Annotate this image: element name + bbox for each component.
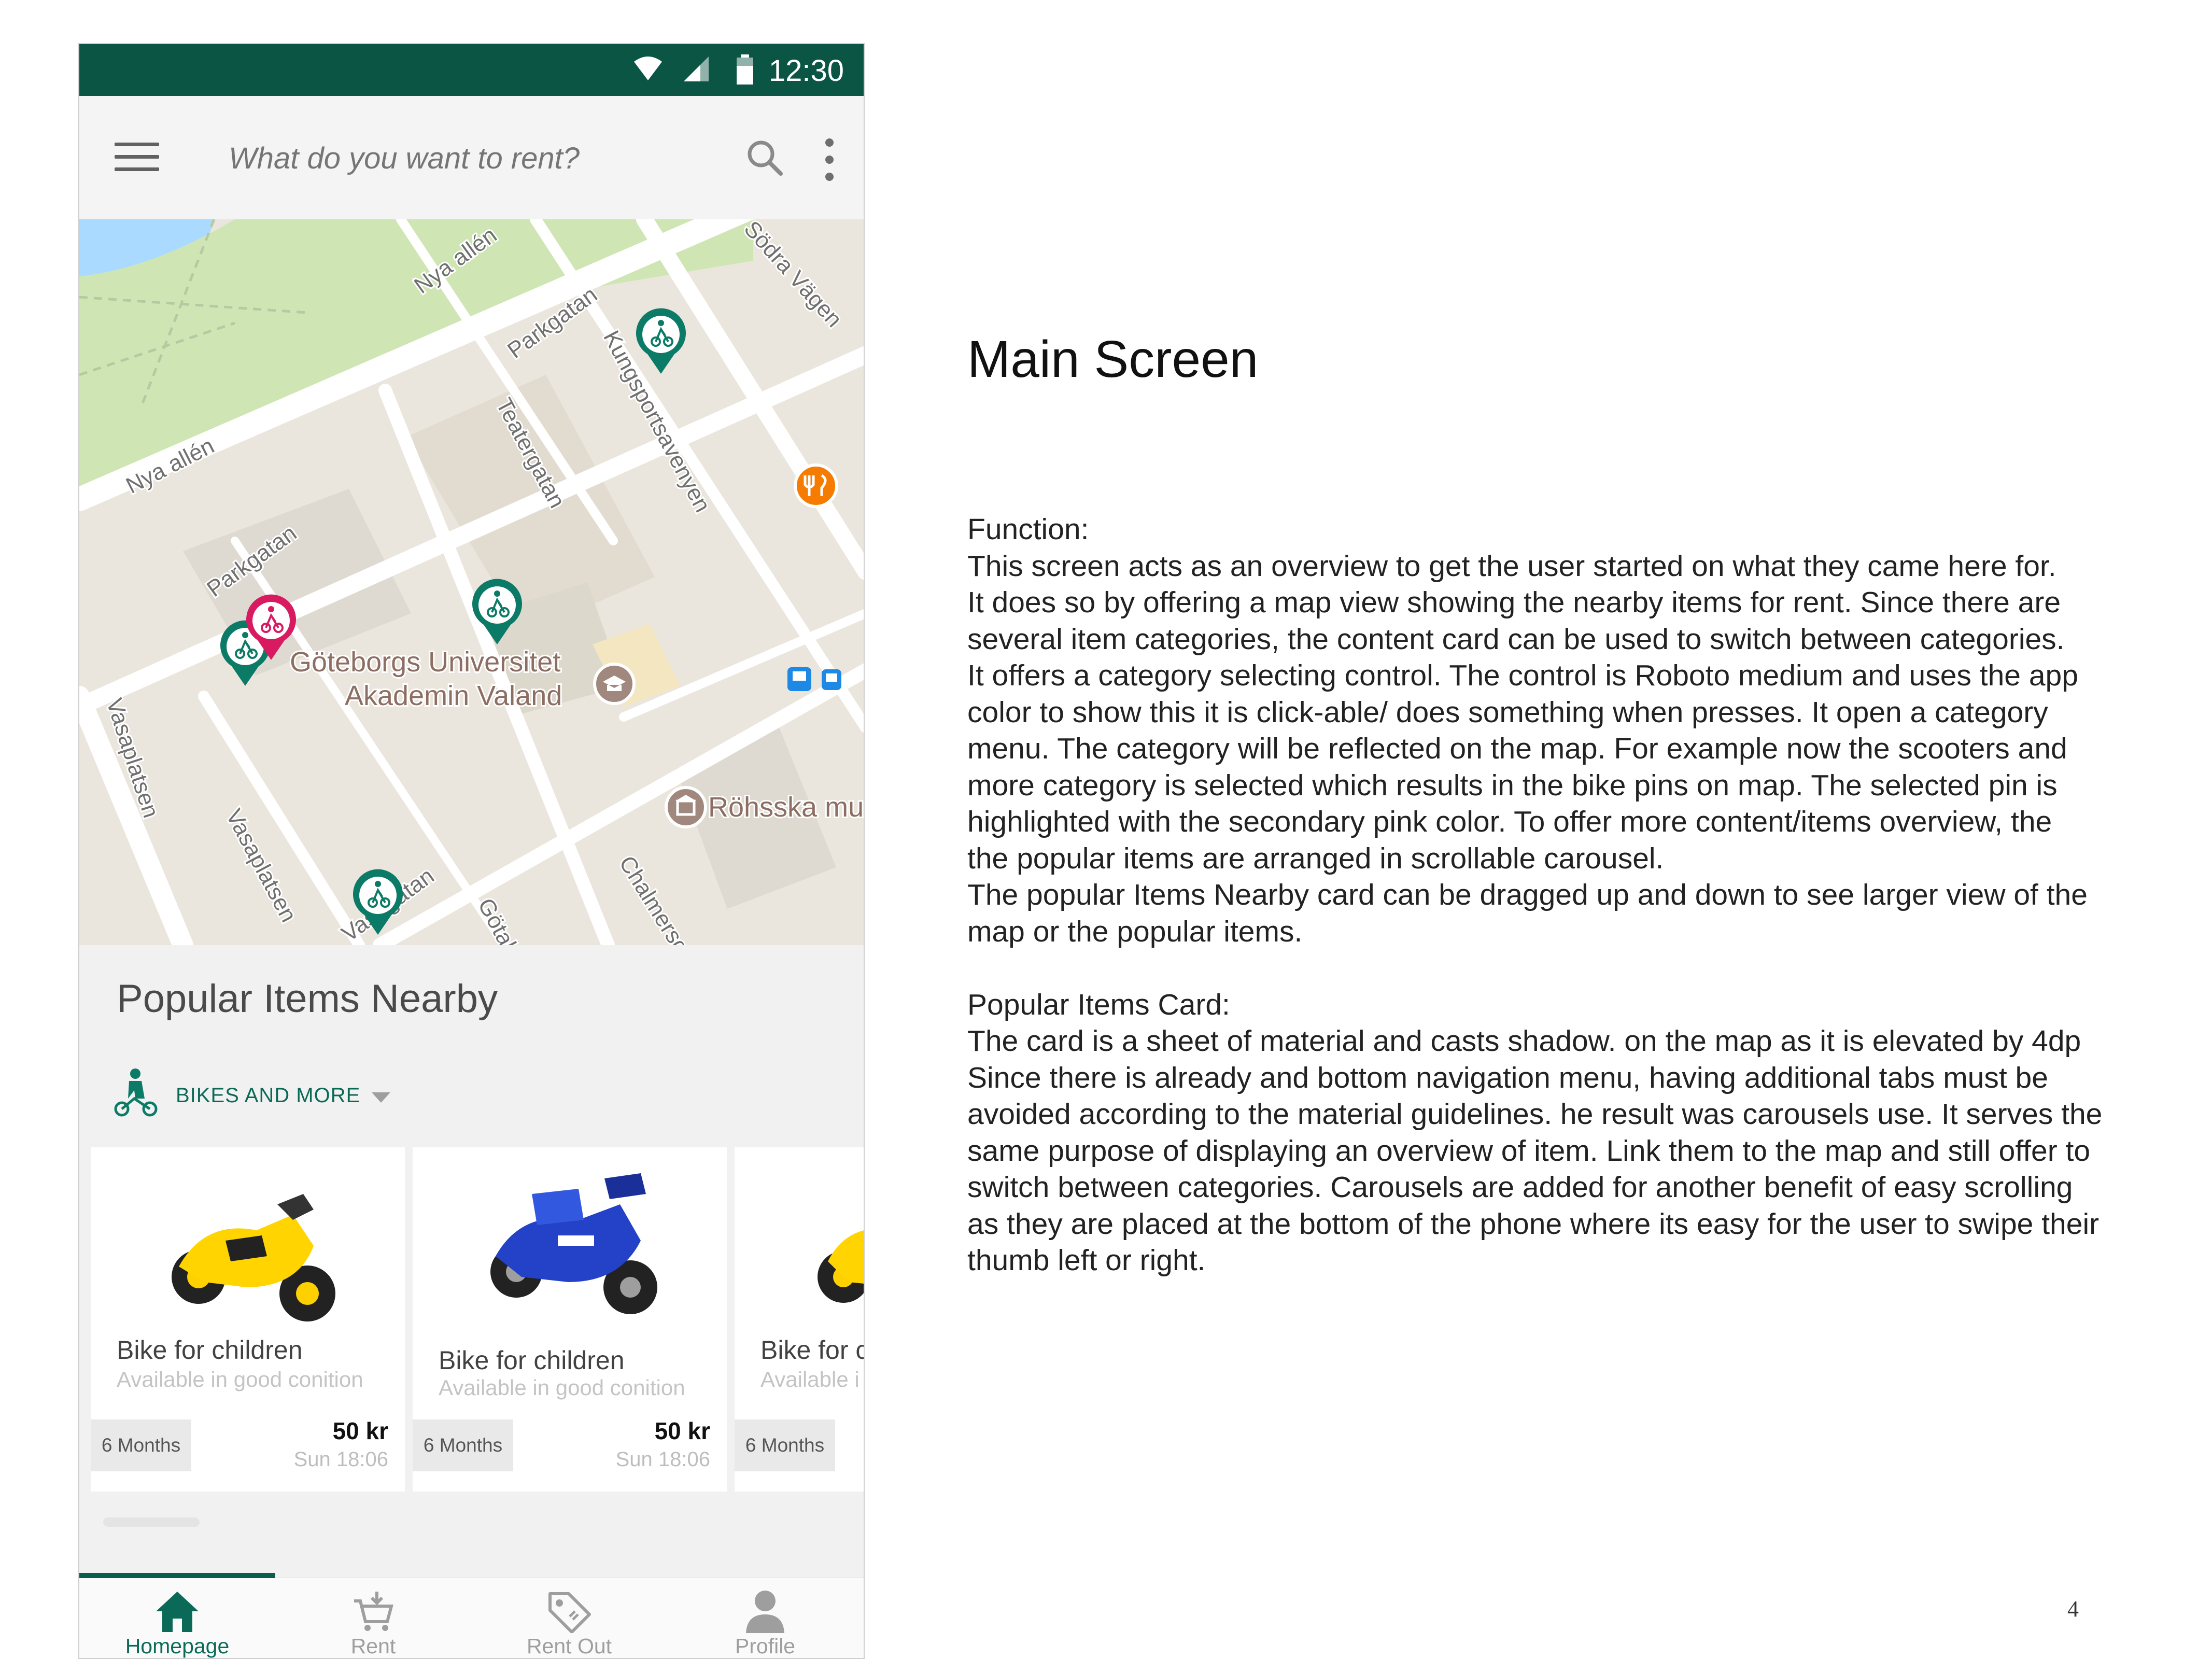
body-line: map or the popular items. bbox=[967, 915, 1303, 948]
person-icon bbox=[746, 1591, 784, 1633]
popular-items-sheet[interactable]: Popular Items Nearby BIKES AND MORE Bike… bbox=[79, 945, 864, 1578]
page-number: 4 bbox=[2067, 1596, 2079, 1622]
status-bar: 12:30 bbox=[79, 44, 864, 96]
item-card[interactable]: Bike for c Available i 6 Months bbox=[735, 1147, 865, 1492]
card-price: 50 kr bbox=[332, 1417, 388, 1444]
body-line: highlighted with the secondary pink colo… bbox=[967, 805, 2052, 838]
menu-icon[interactable] bbox=[115, 143, 159, 171]
bike-category-icon bbox=[114, 1068, 158, 1117]
map-view[interactable]: Nya allén Nya allén Parkgatan Parkgatan … bbox=[79, 219, 864, 1084]
wifi-icon bbox=[634, 57, 662, 80]
nav-label: Homepage bbox=[125, 1634, 230, 1658]
body-line: The popular Items Nearby card can be dra… bbox=[967, 878, 2088, 911]
sheet-title: Popular Items Nearby bbox=[117, 977, 498, 1021]
bus-icon bbox=[787, 667, 811, 691]
nav-rent-out[interactable]: Rent Out bbox=[471, 1578, 667, 1658]
nav-profile[interactable]: Profile bbox=[667, 1578, 863, 1658]
document-body: Function: This screen acts as an overvie… bbox=[967, 511, 2170, 1279]
museum-icon bbox=[665, 786, 707, 828]
bottom-navigation: Homepage Rent Rent Out Profile bbox=[79, 1573, 864, 1658]
search-icon[interactable] bbox=[744, 137, 786, 179]
yellow-motorbike-image bbox=[818, 1230, 864, 1303]
function-heading: Function: bbox=[967, 513, 1089, 546]
nav-label: Rent bbox=[350, 1634, 396, 1658]
body-line: menu. The category will be reflected on … bbox=[967, 732, 2067, 765]
body-line: This screen acts as an overview to get t… bbox=[967, 549, 2056, 583]
category-selector[interactable]: BIKES AND MORE bbox=[114, 1067, 404, 1124]
yellow-motorbike-image bbox=[172, 1194, 335, 1321]
battery-icon bbox=[737, 54, 753, 85]
body-line: It offers a category selecting control. … bbox=[967, 659, 2078, 692]
card-time: Sun 18:06 bbox=[293, 1448, 388, 1471]
body-line: the popular items are arranged in scroll… bbox=[967, 841, 1664, 875]
item-card[interactable]: Bike for children Available in good coni… bbox=[91, 1147, 405, 1492]
poi-label: Göteborgs Universitet bbox=[290, 646, 560, 678]
category-label: BIKES AND MORE bbox=[176, 1084, 361, 1107]
document-title: Main Screen bbox=[967, 330, 1259, 388]
card-subtitle: Available i bbox=[760, 1367, 860, 1391]
nav-label: Profile bbox=[735, 1634, 796, 1658]
card-subtitle: Available in good conition bbox=[439, 1375, 685, 1400]
nav-rent[interactable]: Rent bbox=[275, 1578, 471, 1658]
card-heading: Popular Items Card: bbox=[967, 988, 1230, 1021]
nav-homepage[interactable]: Homepage bbox=[79, 1578, 275, 1658]
body-line: avoided according to the material guidel… bbox=[967, 1098, 2103, 1131]
tag-icon bbox=[548, 1592, 591, 1633]
tram-icon bbox=[822, 669, 841, 690]
phone-mockup: 12:30 What do you want to rent? Nya allé… bbox=[78, 43, 865, 1659]
active-tab-indicator bbox=[79, 1573, 275, 1578]
poi-label: Röhsska mu bbox=[708, 792, 864, 823]
signal-icon bbox=[684, 57, 709, 81]
body-line: color to show this it is click-able/ doe… bbox=[967, 695, 2048, 729]
duration-badge: 6 Months bbox=[91, 1419, 191, 1471]
body-line: thumb left or right. bbox=[967, 1244, 1206, 1277]
nav-label: Rent Out bbox=[526, 1634, 612, 1658]
app-bar bbox=[79, 96, 864, 219]
status-time: 12:30 bbox=[768, 54, 844, 88]
body-line: The card is a sheet of material and cast… bbox=[967, 1024, 2081, 1058]
duration-badge: 6 Months bbox=[413, 1419, 513, 1471]
body-line: several item categories, the content car… bbox=[967, 622, 2065, 656]
card-title: Bike for children bbox=[439, 1346, 625, 1375]
home-icon bbox=[156, 1592, 199, 1632]
blue-motorbike-image bbox=[490, 1173, 657, 1314]
more-vert-icon[interactable] bbox=[822, 136, 837, 183]
card-title: Bike for children bbox=[117, 1335, 303, 1365]
cart-icon bbox=[354, 1592, 393, 1631]
poi-label: Akademin Valand bbox=[345, 680, 562, 711]
body-line: more category is selected which results … bbox=[967, 768, 2058, 802]
university-icon bbox=[593, 663, 636, 705]
body-line: switch between categories. Carousels are… bbox=[967, 1171, 2073, 1204]
carousel-scroll-indicator bbox=[103, 1517, 200, 1527]
dropdown-arrow-icon bbox=[372, 1092, 390, 1103]
restaurant-icon bbox=[794, 463, 838, 508]
card-price: 50 kr bbox=[654, 1417, 710, 1444]
body-line: Since there is already and bottom naviga… bbox=[967, 1061, 2048, 1094]
body-line: as they are placed at the bottom of the … bbox=[967, 1207, 2100, 1241]
card-subtitle: Available in good conition bbox=[117, 1367, 363, 1391]
body-line: It does so by offering a map view showin… bbox=[967, 586, 2061, 619]
card-time: Sun 18:06 bbox=[615, 1448, 710, 1471]
duration-badge: 6 Months bbox=[735, 1419, 835, 1471]
search-input[interactable] bbox=[229, 132, 747, 184]
card-title: Bike for c bbox=[760, 1335, 865, 1365]
body-line: same purpose of displaying an overview o… bbox=[967, 1134, 2091, 1168]
item-card[interactable]: Bike for children Available in good coni… bbox=[413, 1147, 727, 1492]
